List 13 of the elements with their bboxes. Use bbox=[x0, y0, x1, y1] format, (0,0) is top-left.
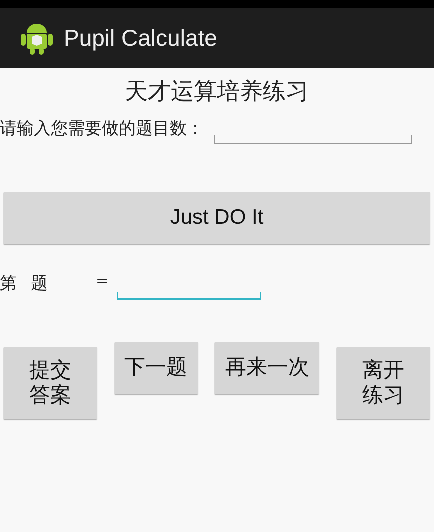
question-prefix: 第 bbox=[0, 273, 17, 295]
app-title: Pupil Calculate bbox=[64, 24, 218, 52]
action-button[interactable]: 再来一次 bbox=[215, 342, 320, 394]
start-button[interactable]: Just DO It bbox=[4, 192, 430, 244]
equals-sign: = bbox=[96, 272, 109, 290]
count-label: 请输入您需要做的题目数： bbox=[0, 118, 204, 140]
action-button[interactable]: 提交答案 bbox=[4, 347, 97, 419]
action-button[interactable]: 下一题 bbox=[114, 342, 198, 394]
question-suffix: 题 bbox=[31, 273, 48, 295]
action-button[interactable]: 离开练习 bbox=[336, 347, 430, 419]
page-heading: 天才运算培养练习 bbox=[125, 79, 309, 105]
count-input-field[interactable] bbox=[214, 135, 412, 144]
answer-input-field[interactable] bbox=[116, 292, 261, 300]
